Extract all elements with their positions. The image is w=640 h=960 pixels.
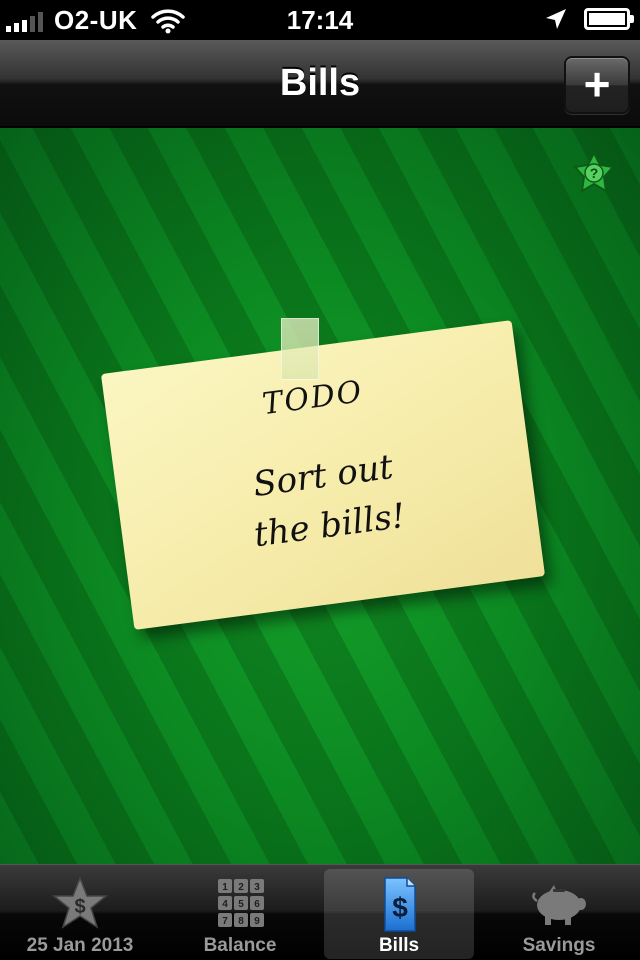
star-dollar-icon: $ xyxy=(51,875,109,929)
svg-text:$: $ xyxy=(74,896,85,918)
piggy-bank-icon xyxy=(532,885,586,925)
keypad-key-label: 2 xyxy=(238,882,244,893)
bill-dollar-symbol: $ xyxy=(392,892,408,923)
keypad-key-label: 9 xyxy=(254,916,260,927)
battery-level xyxy=(589,13,625,25)
svg-text:?: ? xyxy=(590,165,599,181)
bills-content: ? TODO Sort out the bills! xyxy=(0,128,640,864)
tab-balance[interactable]: 123 456 789 Balance xyxy=(165,869,315,959)
keypad-key-label: 8 xyxy=(238,916,244,927)
help-flower-icon[interactable]: ? xyxy=(570,148,618,196)
tab-date[interactable]: $ 25 Jan 2013 xyxy=(5,869,155,959)
keypad-icon: 1 2 3 4 5 6 7 8 9 xyxy=(218,879,264,927)
tab-label: 25 Jan 2013 xyxy=(26,935,134,956)
status-right xyxy=(544,7,634,31)
location-arrow-icon xyxy=(546,9,566,29)
tab-label: Savings xyxy=(522,935,596,956)
keypad-key-label: 6 xyxy=(254,899,260,910)
keypad-key-label: 4 xyxy=(222,899,228,910)
keypad-key-label: 3 xyxy=(254,882,260,893)
bill-dollar-icon: $ xyxy=(384,877,416,932)
navigation-bar: Bills + xyxy=(0,40,640,128)
tab-label: Bills xyxy=(378,935,420,956)
add-bill-button[interactable]: + xyxy=(564,56,630,114)
tab-bills[interactable]: $ Bills xyxy=(324,869,474,959)
tab-label: Balance xyxy=(203,935,277,956)
page-title: Bills xyxy=(279,62,361,104)
tab-savings[interactable]: Savings xyxy=(484,869,634,959)
tab-bar: $ 25 Jan 2013 123 456 789 Balance $ Bills xyxy=(0,864,640,960)
keypad-key-label: 5 xyxy=(238,899,244,910)
battery-icon xyxy=(584,8,634,30)
status-bar: O2-UK 17:14 xyxy=(0,0,640,40)
keypad-key-label: 7 xyxy=(222,916,228,927)
tape-strip xyxy=(281,318,319,380)
keypad-key-label: 1 xyxy=(222,882,228,893)
todo-note: TODO Sort out the bills! xyxy=(100,320,546,630)
